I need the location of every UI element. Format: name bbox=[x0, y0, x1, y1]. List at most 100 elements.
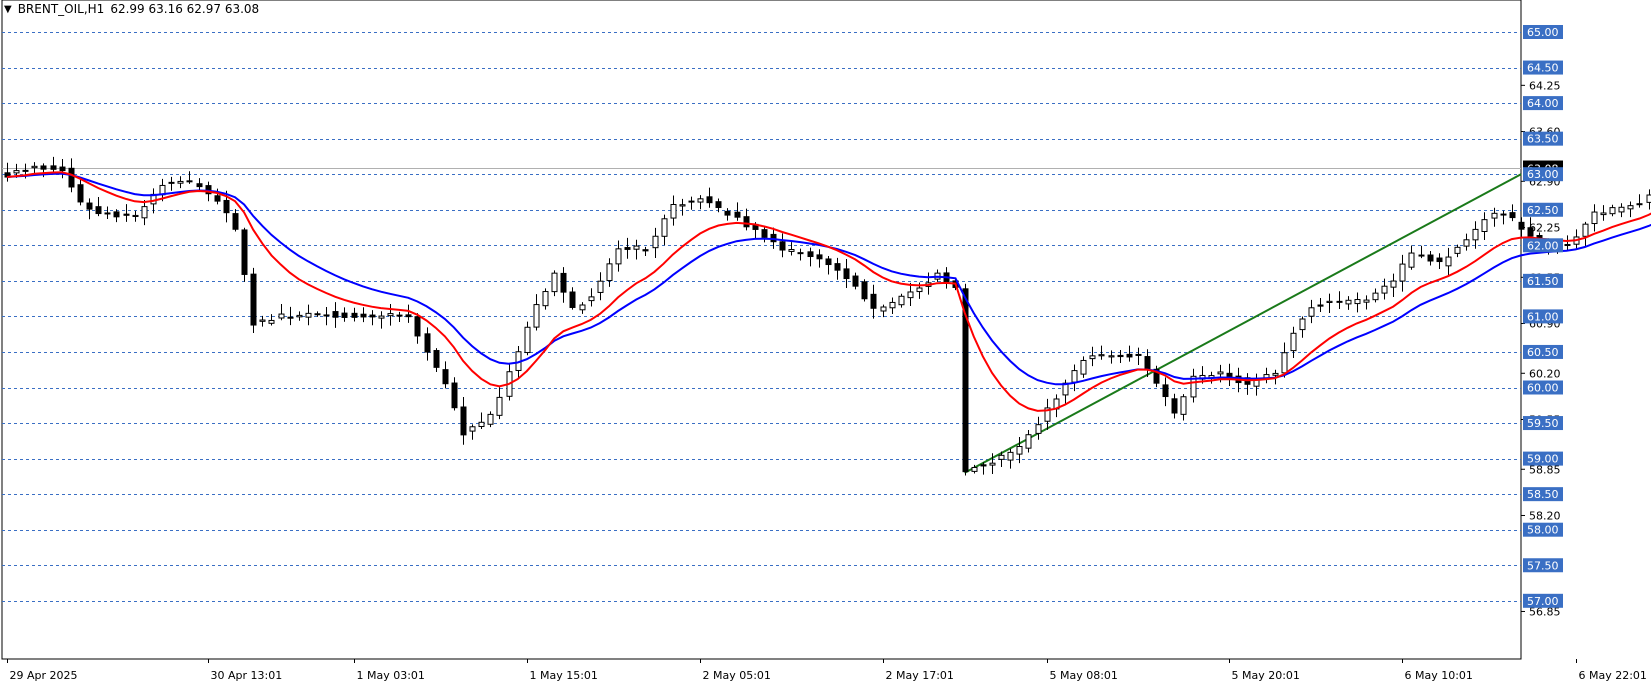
candle-body bbox=[861, 281, 868, 300]
candle-body bbox=[241, 229, 248, 275]
level-tag-label: 57.50 bbox=[1527, 559, 1559, 572]
candle-body bbox=[1463, 239, 1470, 247]
level-tag-label: 64.00 bbox=[1527, 97, 1559, 110]
triangle-down-icon[interactable]: ▼ bbox=[4, 4, 12, 15]
candle-body bbox=[223, 199, 230, 214]
candle-body bbox=[196, 183, 203, 188]
x-tick-label: 30 Apr 13:01 bbox=[211, 669, 283, 682]
candle-body bbox=[50, 165, 57, 170]
x-tick-label: 1 May 03:01 bbox=[357, 669, 425, 682]
candle-body bbox=[1272, 372, 1279, 376]
price-chart[interactable]: 64.2563.6062.9062.2561.5560.9060.2059.55… bbox=[0, 0, 1651, 686]
candle-body bbox=[1390, 280, 1397, 288]
x-tick-label: 29 Apr 2025 bbox=[10, 669, 78, 682]
candle-body bbox=[1609, 207, 1616, 215]
candle-body bbox=[569, 291, 576, 308]
candle-body bbox=[323, 314, 330, 317]
candle-body bbox=[405, 314, 412, 318]
x-tick-label: 2 May 05:01 bbox=[703, 669, 771, 682]
candle-body bbox=[779, 241, 786, 251]
candle-body bbox=[1600, 212, 1607, 216]
candle-body bbox=[387, 313, 394, 317]
level-tag-label: 63.00 bbox=[1527, 168, 1559, 181]
candle-body bbox=[1089, 355, 1096, 360]
candle-body bbox=[1509, 212, 1516, 219]
candle-body bbox=[424, 333, 431, 353]
candle-body bbox=[460, 406, 467, 436]
level-tag-label: 65.00 bbox=[1527, 26, 1559, 39]
candle-body bbox=[1445, 256, 1452, 267]
candle-body bbox=[1336, 300, 1343, 303]
candle-body bbox=[1308, 307, 1315, 317]
candle-body bbox=[1427, 254, 1434, 262]
candle-body bbox=[132, 214, 139, 218]
x-tick-label: 6 May 22:01 bbox=[1579, 669, 1647, 682]
candle-body bbox=[1491, 212, 1498, 219]
candle-body bbox=[469, 426, 476, 432]
level-tag-label: 60.50 bbox=[1527, 346, 1559, 359]
level-tag-label: 61.00 bbox=[1527, 310, 1559, 323]
candle-body bbox=[496, 396, 503, 416]
candle-body bbox=[1135, 353, 1142, 356]
candle-body bbox=[1299, 318, 1306, 331]
candle-body bbox=[22, 169, 29, 172]
candle-body bbox=[889, 301, 896, 309]
candle-body bbox=[797, 252, 804, 255]
candle-body bbox=[369, 314, 376, 318]
candle-body bbox=[998, 454, 1005, 460]
candle-body bbox=[1372, 292, 1379, 301]
candle-body bbox=[688, 200, 695, 203]
candle-body bbox=[1108, 355, 1115, 358]
candle-body bbox=[880, 306, 887, 312]
candle-body bbox=[715, 201, 722, 209]
y-tick-label: 62.25 bbox=[1529, 222, 1561, 235]
candle-body bbox=[1582, 223, 1589, 237]
x-tick-label: 5 May 08:01 bbox=[1050, 669, 1118, 682]
candle-body bbox=[670, 204, 677, 219]
candle-body bbox=[1436, 257, 1443, 263]
ohlc-readout: 62.99 63.16 62.97 63.08 bbox=[110, 2, 260, 16]
candle-body bbox=[1317, 304, 1324, 307]
candle-body bbox=[1399, 263, 1406, 282]
level-tag-label: 62.00 bbox=[1527, 239, 1559, 252]
candle-body bbox=[332, 311, 339, 318]
x-tick-label: 2 May 17:01 bbox=[886, 669, 954, 682]
candle-body bbox=[679, 204, 686, 207]
candle-body bbox=[141, 206, 148, 219]
candle-body bbox=[86, 202, 93, 210]
candle-body bbox=[360, 313, 367, 318]
candle-body bbox=[341, 312, 348, 318]
candle-body bbox=[1627, 205, 1634, 210]
level-tag-label: 63.50 bbox=[1527, 133, 1559, 146]
candle-body bbox=[1363, 299, 1370, 303]
candle-body bbox=[31, 165, 38, 169]
candle-body bbox=[579, 304, 586, 311]
candle-body bbox=[916, 287, 923, 293]
candle-body bbox=[123, 213, 130, 216]
chart-canvas[interactable]: 64.2563.6062.9062.2561.5560.9060.2059.55… bbox=[0, 0, 1651, 686]
chart-header: ▼ BRENT_OIL,H1 62.99 63.16 62.97 63.08 bbox=[4, 2, 259, 16]
candle-body bbox=[1007, 451, 1014, 461]
level-tag-label: 61.50 bbox=[1527, 275, 1559, 288]
candle-body bbox=[177, 180, 184, 184]
candle-body bbox=[40, 165, 47, 170]
candle-body bbox=[852, 275, 859, 287]
candle-body bbox=[1144, 356, 1151, 371]
candle-body bbox=[807, 251, 814, 258]
level-tag-label: 62.50 bbox=[1527, 204, 1559, 217]
candle-body bbox=[1035, 424, 1042, 434]
candle-body bbox=[588, 296, 595, 302]
candle-body bbox=[1217, 371, 1224, 375]
candle-body bbox=[378, 315, 385, 319]
x-tick-label: 5 May 20:01 bbox=[1232, 669, 1300, 682]
candle-body bbox=[615, 248, 622, 265]
candle-body bbox=[13, 170, 20, 174]
candle-body bbox=[1646, 194, 1651, 203]
y-tick-label: 58.20 bbox=[1529, 509, 1561, 522]
level-tag-label: 59.50 bbox=[1527, 417, 1559, 430]
candle-body bbox=[1518, 221, 1525, 230]
candle-body bbox=[1071, 370, 1078, 383]
candle-body bbox=[743, 216, 750, 228]
candle-body bbox=[259, 319, 266, 322]
candle-body bbox=[642, 249, 649, 252]
